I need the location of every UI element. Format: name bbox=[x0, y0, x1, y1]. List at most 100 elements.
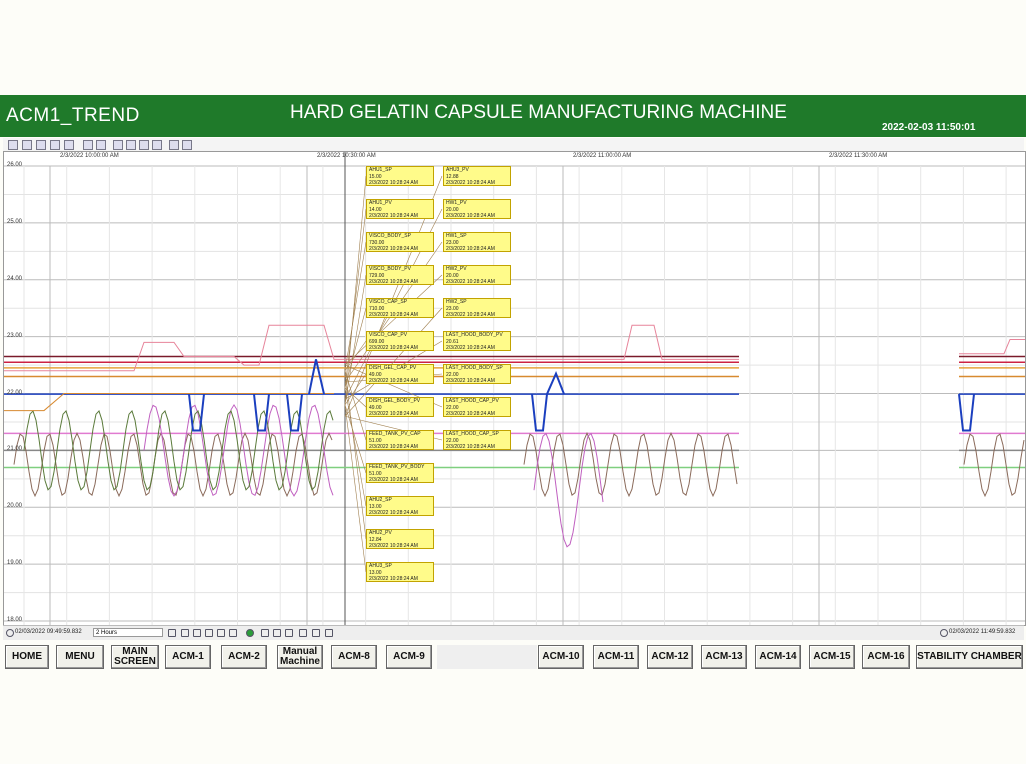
y-axis-label: 21.00 bbox=[7, 446, 23, 453]
value-tooltip: HW1_PV 20.00 2/3/2022 10:28:24 AM bbox=[443, 199, 511, 219]
tooltip-time: 2/3/2022 10:28:24 AM bbox=[446, 213, 495, 219]
fast-forward-icon[interactable] bbox=[217, 629, 225, 637]
tooltip-time: 2/3/2022 10:28:24 AM bbox=[369, 543, 418, 549]
nav-button-acm-8[interactable]: ACM-8 bbox=[331, 645, 377, 669]
tooltip-tag: LAST_HOOD_CAP_SP bbox=[446, 431, 499, 437]
trend-plot bbox=[4, 152, 1025, 625]
nav-button-acm-12[interactable]: ACM-12 bbox=[647, 645, 693, 669]
grid-icon[interactable] bbox=[152, 140, 162, 150]
fit-icon[interactable] bbox=[325, 629, 333, 637]
nav-button-home[interactable]: HOME bbox=[5, 645, 49, 669]
nav-button-manual-machine[interactable]: Manual Machine bbox=[277, 645, 323, 669]
blue-dip-trace bbox=[286, 393, 303, 432]
value-tooltip: VISCO_CAP_SP 710.00 2/3/2022 10:28:24 AM bbox=[366, 298, 434, 318]
y-axis-label: 25.00 bbox=[7, 218, 23, 225]
zoom-area-icon[interactable] bbox=[299, 629, 307, 637]
connector-line bbox=[344, 274, 367, 405]
table-icon[interactable] bbox=[169, 140, 179, 150]
time-range-select[interactable]: 2 Hours bbox=[93, 628, 163, 637]
time-axis-label: 2/3/2022 10:30:00 AM bbox=[317, 153, 376, 159]
time-axis-label: 2/3/2022 10:00:00 AM bbox=[60, 153, 119, 159]
y-axis-label: 18.00 bbox=[7, 617, 23, 623]
value-tooltip: LAST_HOOD_CAP_PV 22.00 2/3/2022 10:28:24 A… bbox=[443, 397, 511, 417]
value-tooltip: DISH_GEL_CAP_PV 49.00 2/3/2022 10:28:24 AM bbox=[366, 364, 434, 384]
select-icon[interactable] bbox=[126, 140, 136, 150]
nav-button-acm-13[interactable]: ACM-13 bbox=[701, 645, 747, 669]
live-icon[interactable] bbox=[246, 629, 254, 637]
value-tooltip: HW1_SP 23.00 2/3/2022 10:28:24 AM bbox=[443, 232, 511, 252]
clock-icon[interactable] bbox=[6, 629, 14, 637]
blue-dip-trace bbox=[531, 393, 548, 432]
line-tool-icon[interactable] bbox=[96, 140, 106, 150]
tooltip-time: 2/3/2022 10:28:24 AM bbox=[369, 477, 418, 483]
nav-button-acm-14[interactable]: ACM-14 bbox=[755, 645, 801, 669]
nav-button-stability-chamber[interactable]: STABILITY CHAMBER bbox=[916, 645, 1023, 669]
cursor-icon[interactable] bbox=[113, 140, 123, 150]
nav-button-acm-11[interactable]: ACM-11 bbox=[593, 645, 639, 669]
value-tooltip: HW2_PV 20.00 2/3/2022 10:28:24 AM bbox=[443, 265, 511, 285]
value-tooltip: AHU2_SP 13.00 2/3/2022 10:28:24 AM bbox=[366, 496, 434, 516]
tooltip-time: 2/3/2022 10:28:24 AM bbox=[369, 312, 418, 318]
save-all-icon[interactable] bbox=[22, 140, 32, 150]
last-icon[interactable] bbox=[229, 629, 237, 637]
pan-icon[interactable] bbox=[312, 629, 320, 637]
y-axis-label: 24.00 bbox=[7, 275, 23, 282]
blue-dip-trace bbox=[253, 393, 270, 432]
oscillation-trace bbox=[963, 433, 1025, 498]
nav-button-acm-10[interactable]: ACM-10 bbox=[538, 645, 584, 669]
y-axis-label: 22.00 bbox=[7, 389, 23, 396]
zoom-reset-icon[interactable] bbox=[285, 629, 293, 637]
zoom-out-icon[interactable] bbox=[273, 629, 281, 637]
tooltip-tag: LAST_HOOD_BODY_SP bbox=[446, 365, 503, 371]
time-axis-label: 2/3/2022 11:30:00 AM bbox=[829, 153, 888, 159]
export-icon[interactable] bbox=[64, 140, 74, 150]
pen-icon[interactable] bbox=[83, 140, 93, 150]
tooltip-tag: FEED_TANK_PV_BODY bbox=[369, 464, 425, 470]
value-tooltip: AHU3_SP 13.00 2/3/2022 10:28:24 AM bbox=[366, 562, 434, 582]
tooltip-time: 2/3/2022 10:28:24 AM bbox=[369, 246, 418, 252]
value-tooltip: AHU3_PV 12.88 2/3/2022 10:28:24 AM bbox=[443, 166, 511, 186]
nav-button-menu[interactable]: MENU bbox=[56, 645, 104, 669]
tooltip-time: 2/3/2022 10:28:24 AM bbox=[369, 510, 418, 516]
tooltip-time: 2/3/2022 10:28:24 AM bbox=[446, 279, 495, 285]
y-axis-label: 23.00 bbox=[7, 332, 23, 339]
series-line bbox=[4, 393, 334, 412]
ruler-icon[interactable] bbox=[139, 140, 149, 150]
tooltip-time: 2/3/2022 10:28:24 AM bbox=[446, 180, 495, 186]
properties-icon[interactable] bbox=[182, 140, 192, 150]
nav-button-acm-16[interactable]: ACM-16 bbox=[862, 645, 910, 669]
datetime-display: 2022-02-03 11:50:01 bbox=[882, 122, 976, 133]
nav-button-acm-1[interactable]: ACM-1 bbox=[165, 645, 211, 669]
tooltip-time: 2/3/2022 10:28:24 AM bbox=[369, 378, 418, 384]
tooltip-time: 2/3/2022 10:28:24 AM bbox=[369, 180, 418, 186]
print-icon[interactable] bbox=[36, 140, 46, 150]
tooltip-time: 2/3/2022 10:28:24 AM bbox=[369, 411, 418, 417]
nav-button-acm-9[interactable]: ACM-9 bbox=[386, 645, 432, 669]
connector-line bbox=[344, 274, 443, 366]
first-icon[interactable] bbox=[181, 629, 189, 637]
trend-chart[interactable]: 2/3/2022 10:00:00 AM 2/3/2022 10:30:00 AM… bbox=[3, 151, 1026, 626]
start-time: 02/03/2022 09:49:59.832 bbox=[15, 629, 82, 635]
nav-button-acm-15[interactable]: ACM-15 bbox=[809, 645, 855, 669]
end-clock-icon[interactable] bbox=[940, 629, 948, 637]
tooltip-time: 2/3/2022 10:28:24 AM bbox=[369, 444, 418, 450]
value-tooltip: DISH_GEL_BODY_PV 49.00 2/3/2022 10:28:24 A… bbox=[366, 397, 434, 417]
tooltip-time: 2/3/2022 10:28:24 AM bbox=[369, 213, 418, 219]
tooltip-time: 2/3/2022 10:28:24 AM bbox=[446, 444, 495, 450]
link-icon[interactable] bbox=[168, 629, 176, 637]
blue-dip-trace bbox=[958, 393, 975, 432]
nav-button-main-screen[interactable]: MAIN SCREEN bbox=[111, 645, 159, 669]
value-tooltip: FEED_TANK_PV_BODY 51.00 2/3/2022 10:28:24 … bbox=[366, 463, 434, 483]
y-axis-label: 20.00 bbox=[7, 503, 23, 510]
next-icon[interactable] bbox=[205, 629, 213, 637]
tooltip-time: 2/3/2022 10:28:24 AM bbox=[446, 378, 495, 384]
page-title: HARD GELATIN CAPSULE MANUFACTURING MACHI… bbox=[290, 102, 787, 123]
y-axis-label: 19.00 bbox=[7, 560, 23, 567]
nav-button-acm-2[interactable]: ACM-2 bbox=[221, 645, 267, 669]
copy-icon[interactable] bbox=[50, 140, 60, 150]
end-time: 02/03/2022 11:49:59.832 bbox=[949, 629, 1016, 635]
prev-icon[interactable] bbox=[193, 629, 201, 637]
tooltip-time: 2/3/2022 10:28:24 AM bbox=[369, 345, 418, 351]
save-icon[interactable] bbox=[8, 140, 18, 150]
zoom-in-icon[interactable] bbox=[261, 629, 269, 637]
